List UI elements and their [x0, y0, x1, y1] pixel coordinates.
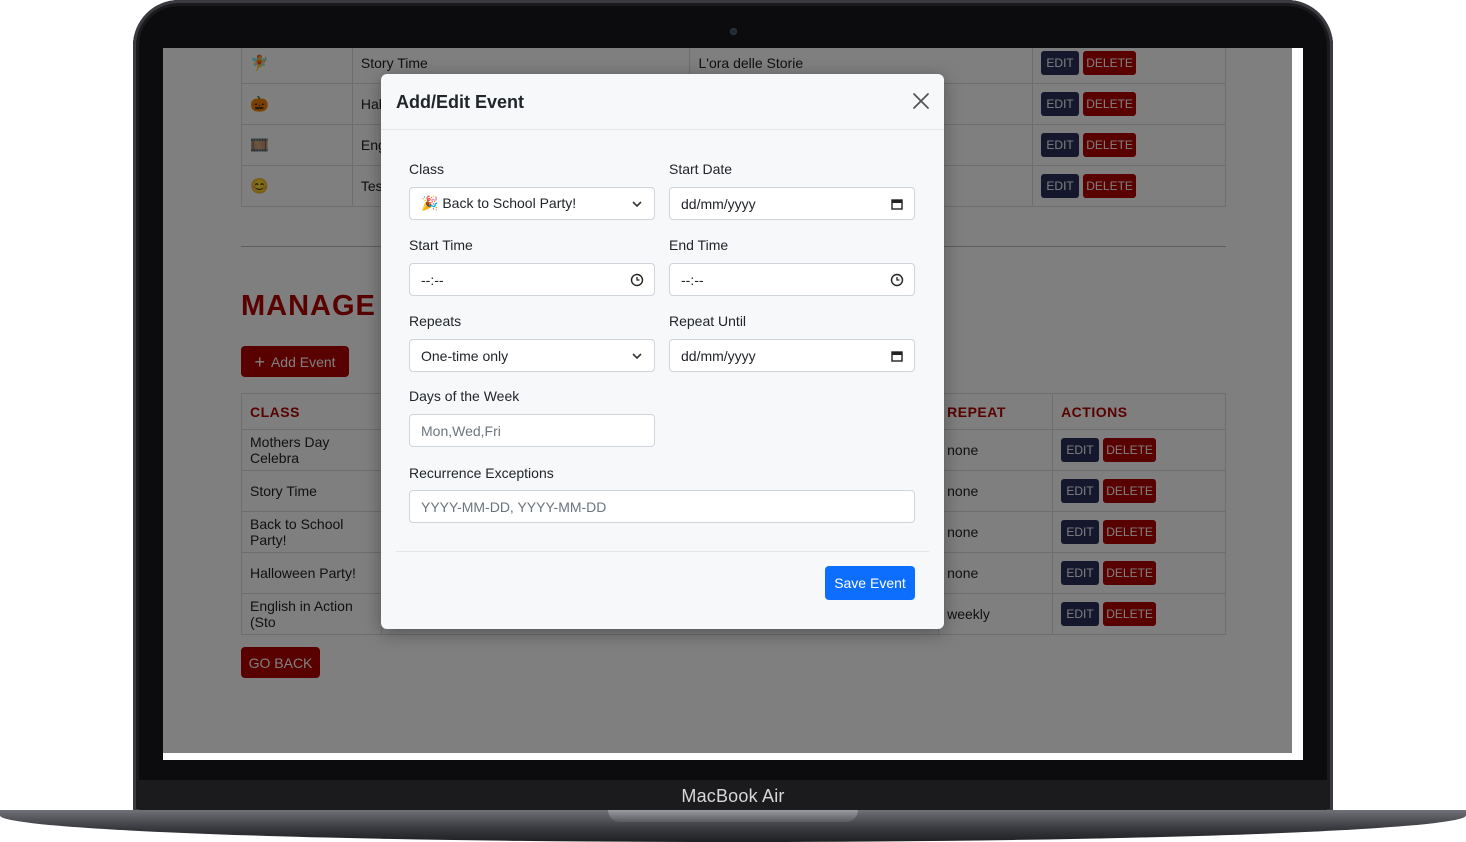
end-time-value: --:-- [681, 271, 704, 288]
start-time-input[interactable]: --:-- [409, 263, 655, 296]
screen: 🧚 Story Time L'ora delle Storie EDITDELE… [163, 48, 1303, 760]
camera-dot [730, 28, 737, 35]
days-of-week-placeholder: Mon,Wed,Fri [421, 422, 501, 439]
start-time-value: --:-- [421, 271, 444, 288]
exceptions-label: Recurrence Exceptions [409, 465, 554, 481]
repeats-select-value: One-time only [421, 347, 509, 364]
class-label: Class [409, 161, 445, 177]
exceptions-input[interactable]: YYYY-MM-DD, YYYY-MM-DD [409, 490, 915, 523]
repeats-select[interactable]: One-time only [409, 339, 655, 372]
clock-icon[interactable] [890, 273, 904, 287]
days-of-week-label: Days of the Week [409, 388, 520, 404]
repeats-label: Repeats [409, 313, 462, 329]
modal-header: Add/Edit Event [381, 74, 944, 130]
close-icon[interactable] [910, 90, 932, 112]
start-date-value: dd/mm/yyyy [681, 195, 756, 212]
repeat-until-input[interactable]: dd/mm/yyyy [669, 339, 915, 372]
start-date-input[interactable]: dd/mm/yyyy [669, 187, 915, 220]
chevron-down-icon [632, 201, 642, 208]
laptop-notch [608, 810, 858, 822]
chevron-down-icon [632, 353, 642, 360]
repeat-until-label: Repeat Until [669, 313, 747, 329]
calendar-icon[interactable] [890, 349, 904, 363]
device-label: MacBook Air [681, 786, 785, 806]
repeat-until-value: dd/mm/yyyy [681, 347, 756, 364]
class-select-value: 🎉 Back to School Party! [421, 195, 577, 211]
class-select[interactable]: 🎉 Back to School Party! [409, 187, 655, 220]
clock-icon[interactable] [630, 273, 644, 287]
calendar-icon[interactable] [890, 197, 904, 211]
save-event-button[interactable]: Save Event [825, 566, 915, 600]
modal-title: Add/Edit Event [396, 92, 525, 112]
start-date-label: Start Date [669, 161, 733, 177]
end-time-label: End Time [669, 237, 729, 253]
event-modal: Add/Edit Event Class 🎉 Back to School Pa… [381, 74, 944, 629]
end-time-input[interactable]: --:-- [669, 263, 915, 296]
days-of-week-input[interactable]: Mon,Wed,Fri [409, 414, 655, 447]
modal-footer-divider [396, 551, 929, 552]
exceptions-placeholder: YYYY-MM-DD, YYYY-MM-DD [421, 498, 607, 515]
start-time-label: Start Time [409, 237, 473, 253]
